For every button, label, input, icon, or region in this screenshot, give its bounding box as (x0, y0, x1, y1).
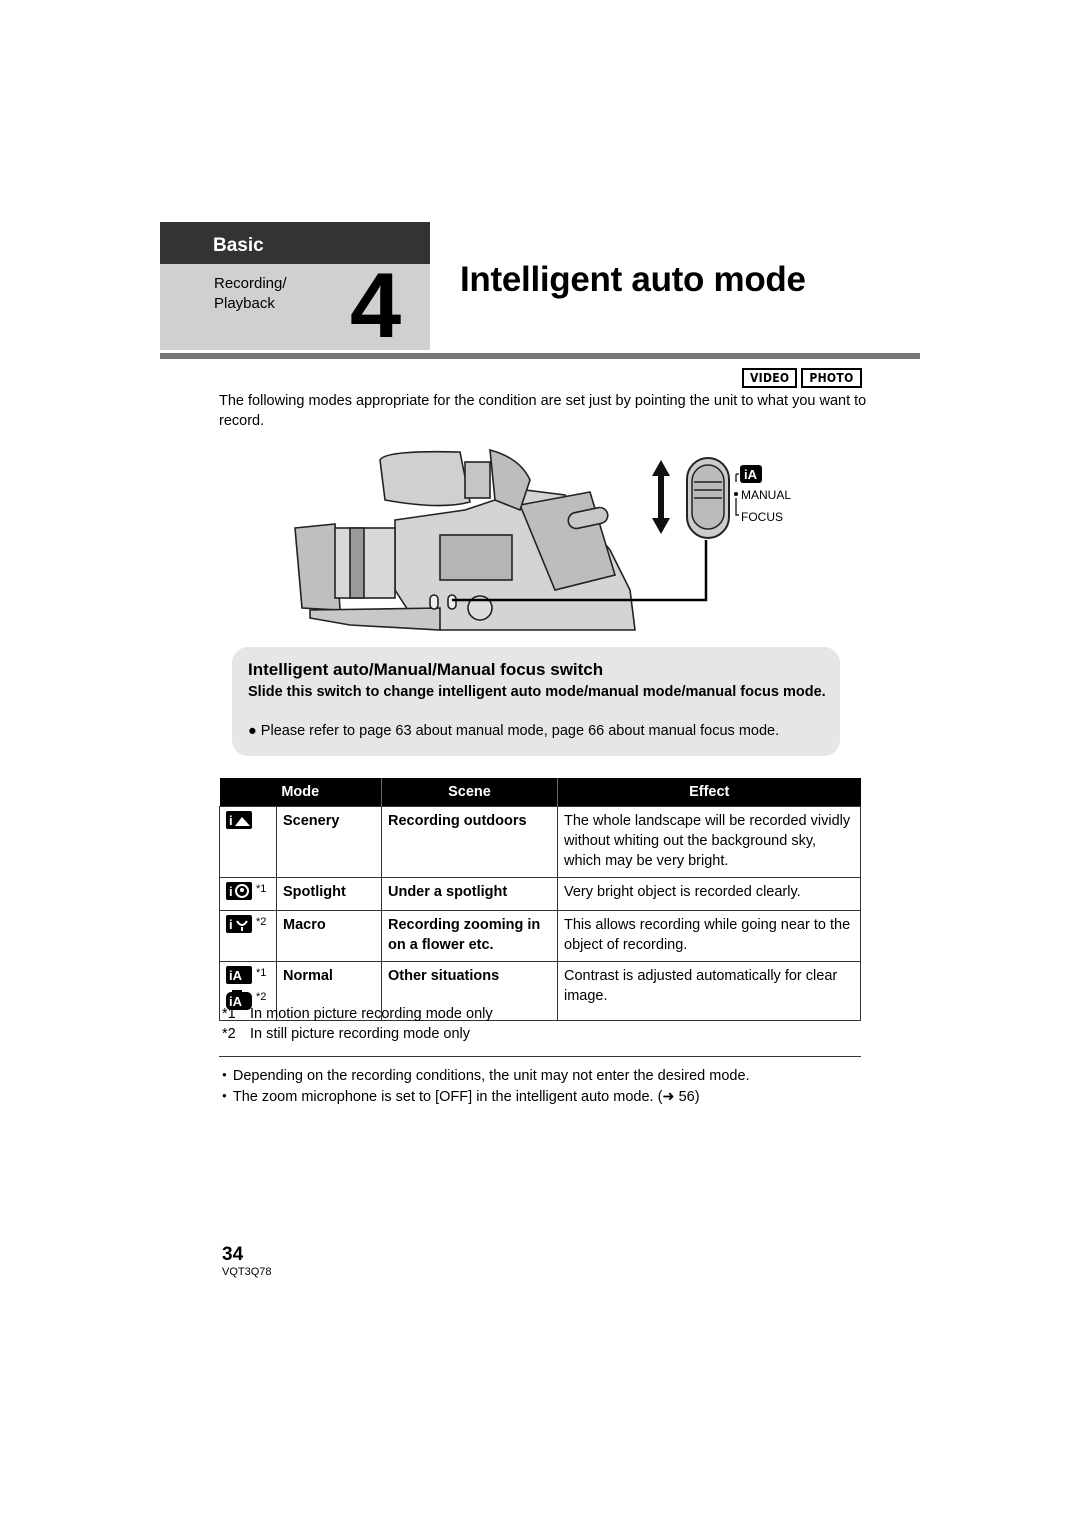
mode-icon-cell: i *1 (219, 877, 277, 911)
table-row: i Scenery Recording outdoors The whole l… (219, 806, 861, 878)
spotlight-icon: i *1 (226, 882, 266, 906)
mode-name: Spotlight (276, 877, 382, 911)
title-rule (160, 353, 920, 359)
intro-text: The following modes appropriate for the … (219, 393, 867, 429)
scenery-icon: i (226, 811, 252, 835)
header-scene: Scene (381, 778, 558, 807)
notes-divider (219, 1056, 861, 1057)
camcorder-icon: iA MANUAL FOCUS (294, 448, 791, 631)
footnote: *1 In motion picture recording mode only (222, 1006, 493, 1022)
intelligent-auto-video-icon: iA *1 (226, 966, 266, 990)
svg-text:i: i (229, 884, 233, 899)
header-effect: Effect (557, 778, 861, 807)
svg-text:iA: iA (744, 467, 758, 482)
chapter-number: 4 (350, 255, 402, 357)
mode-effect: Contrast is adjusted automatically for c… (557, 961, 861, 1021)
manual-switch-label: MANUAL (741, 488, 791, 502)
note-item: Depending on the recording conditions, t… (222, 1065, 750, 1086)
table-header-row: Mode Scene Effect (219, 778, 861, 807)
mode-scene: Recording zooming in on a flower etc. (381, 910, 558, 962)
footnotes: *1 In motion picture recording mode only … (222, 1004, 493, 1044)
footnote: *2 In still picture recording mode only (222, 1026, 471, 1042)
table-row: i *1 Spotlight Under a spotlight Very br… (219, 877, 861, 911)
switch-note: ● Please refer to page 63 about manual m… (248, 723, 780, 739)
page-number: 34 (222, 1244, 244, 1265)
svg-text:iA: iA (229, 968, 243, 983)
notes-list: Depending on the recording conditions, t… (222, 1065, 750, 1107)
svg-text:i: i (229, 917, 233, 932)
modes-table: Mode Scene Effect i Scenery Recording ou… (219, 778, 861, 1021)
mode-effect: Very bright object is recorded clearly. (557, 877, 861, 911)
video-badge: VIDEO (742, 368, 798, 388)
mode-effect: This allows recording while going near t… (557, 910, 861, 962)
header-mode: Mode (219, 778, 382, 807)
switch-heading: Intelligent auto/Manual/Manual focus swi… (248, 660, 604, 679)
section-label: Basic (213, 235, 264, 256)
subsection-label: Recording/ Playback (214, 275, 287, 312)
mode-badges: VIDEO PHOTO (742, 368, 862, 388)
mode-name: Macro (276, 910, 382, 962)
mode-scene: Under a spotlight (381, 877, 558, 911)
document-code: VQT3Q78 (222, 1266, 272, 1278)
mode-icon-cell: i (219, 806, 277, 878)
macro-icon: i *2 (226, 915, 266, 939)
photo-badge: PHOTO (801, 368, 862, 388)
mode-effect: The whole landscape will be recorded viv… (557, 806, 861, 878)
note-item: The zoom microphone is set to [OFF] in t… (222, 1086, 750, 1107)
table-row: i *2 Macro Recording zooming in on a flo… (219, 910, 861, 962)
page-title: Intelligent auto mode (460, 260, 806, 299)
switch-description: Slide this switch to change intelligent … (248, 684, 826, 700)
camcorder-illustration: iA MANUAL FOCUS (290, 440, 800, 640)
switch-info-box: Intelligent auto/Manual/Manual focus swi… (232, 647, 840, 756)
subsection-tab: Recording/ Playback 4 (160, 260, 430, 352)
focus-switch-label: FOCUS (741, 510, 783, 524)
mode-name: Scenery (276, 806, 382, 878)
mode-scene: Recording outdoors (381, 806, 558, 878)
svg-text:i: i (229, 813, 233, 828)
mode-icon-cell: i *2 (219, 910, 277, 962)
